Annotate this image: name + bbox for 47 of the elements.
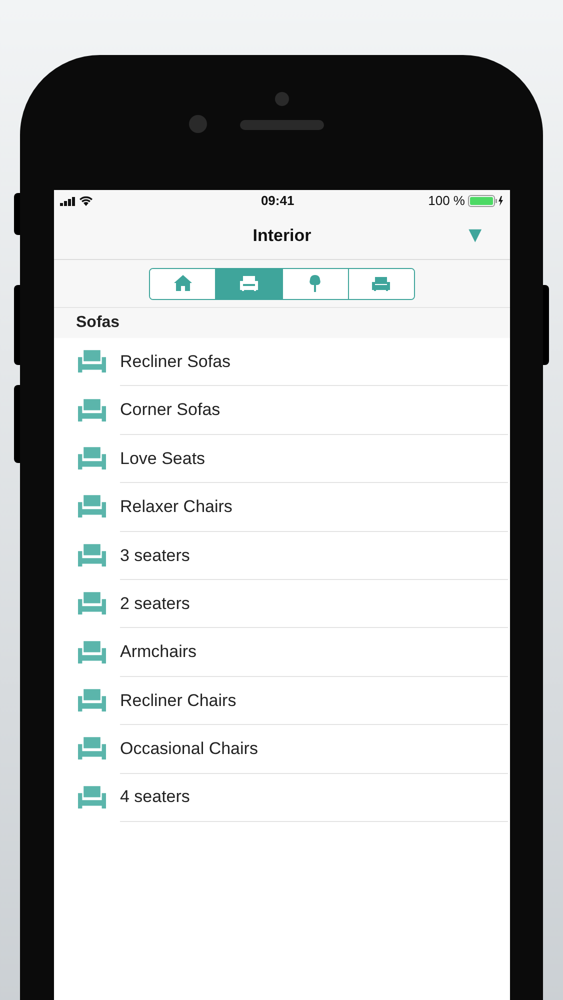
armchair-icon	[78, 592, 106, 616]
list-item[interactable]: Recliner Chairs	[54, 676, 510, 726]
armchair-icon	[238, 274, 259, 293]
item-label: Recliner Sofas	[120, 350, 231, 373]
segment-tab[interactable]	[150, 268, 216, 298]
item-label: Occasional Chairs	[120, 738, 258, 760]
list-item[interactable]: Occasional Chairs	[54, 725, 510, 774]
item-label: Love Seats	[120, 448, 206, 470]
segment-tab[interactable]	[215, 268, 282, 298]
signal-icon	[60, 196, 76, 206]
item-label: Recliner Chairs	[120, 690, 236, 712]
camera-icon	[189, 115, 207, 133]
item-label: 3 seaters	[120, 544, 190, 566]
battery-icon	[468, 195, 504, 207]
list-item[interactable]: Relaxer Chairs	[54, 483, 510, 532]
sensor-icon	[275, 92, 289, 106]
item-label: Relaxer Chairs	[120, 496, 232, 518]
list-item[interactable]: Recliner Sofas	[54, 338, 510, 386]
wifi-icon	[79, 196, 93, 206]
armchair-icon	[78, 737, 106, 762]
armchair-icon	[78, 640, 106, 665]
segment-tab[interactable]	[282, 268, 348, 298]
armchair-icon	[78, 350, 106, 374]
section-header: Sofas	[76, 313, 120, 333]
armchair-icon	[78, 446, 106, 471]
list-item[interactable]: Corner Sofas	[54, 386, 510, 435]
list-item[interactable]: Love Seats	[54, 434, 510, 484]
list-item[interactable]: Armchairs	[54, 628, 510, 677]
list-item[interactable]: 2 seaters	[54, 580, 510, 628]
armchair-icon	[78, 495, 106, 520]
sofa-icon	[371, 274, 392, 293]
item-label: 4 seaters	[120, 786, 190, 808]
speaker-icon	[240, 120, 324, 130]
list-item[interactable]: 4 seaters	[54, 774, 510, 822]
list-item[interactable]: 3 seaters	[54, 532, 510, 580]
item-label: Corner Sofas	[120, 399, 220, 422]
status-time: 09:41	[260, 192, 294, 210]
armchair-icon	[78, 688, 106, 713]
armchair-icon	[78, 786, 106, 810]
armchair-icon	[78, 544, 106, 568]
segment-tab[interactable]	[348, 268, 414, 298]
item-label: Armchairs	[120, 641, 197, 664]
nav-title: Interior	[252, 224, 312, 247]
house-icon	[172, 274, 193, 293]
armchair-icon	[78, 398, 106, 423]
battery-percent: 100 %	[428, 192, 465, 210]
item-label: 2 seaters	[120, 592, 190, 615]
